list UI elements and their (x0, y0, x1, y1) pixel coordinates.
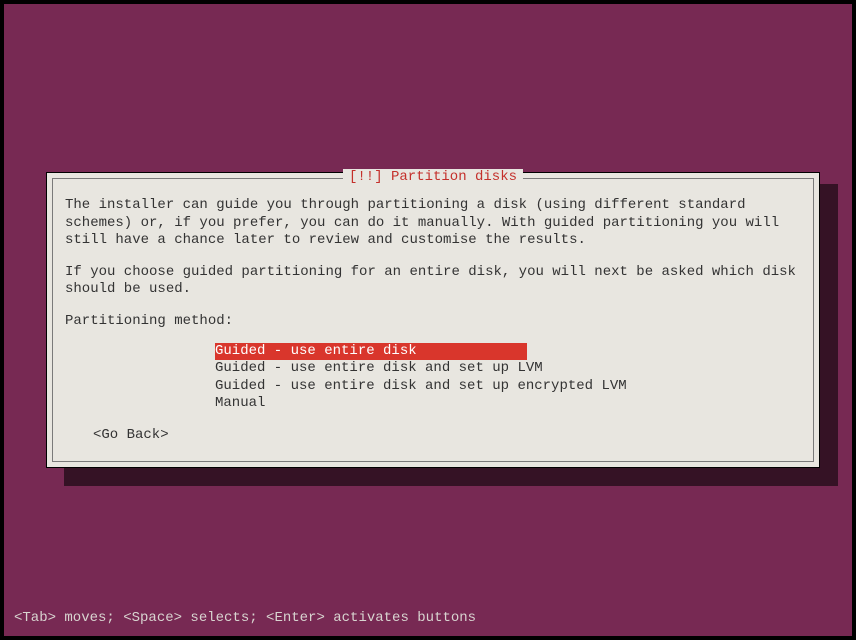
dialog-paragraph-1: The installer can guide you through part… (65, 197, 801, 250)
option-guided-encrypted-lvm[interactable]: Guided - use entire disk and set up encr… (215, 378, 627, 394)
dialog-title: [!!] Partition disks (343, 169, 523, 185)
option-manual[interactable]: Manual (215, 395, 265, 411)
installer-background: [!!] Partition disks The installer can g… (4, 4, 852, 636)
footer-hint: <Tab> moves; <Space> selects; <Enter> ac… (14, 610, 476, 626)
option-guided-entire-disk[interactable]: Guided - use entire disk (215, 343, 527, 361)
go-back-button[interactable]: <Go Back> (93, 427, 801, 443)
dialog-frame: [!!] Partition disks The installer can g… (52, 178, 814, 462)
partitioning-method-label: Partitioning method: (65, 313, 801, 329)
option-guided-lvm[interactable]: Guided - use entire disk and set up LVM (215, 360, 543, 376)
partitioning-options: Guided - use entire disk Guided - use en… (215, 343, 801, 413)
dialog-paragraph-2: If you choose guided partitioning for an… (65, 264, 801, 299)
partition-dialog: [!!] Partition disks The installer can g… (46, 172, 820, 468)
